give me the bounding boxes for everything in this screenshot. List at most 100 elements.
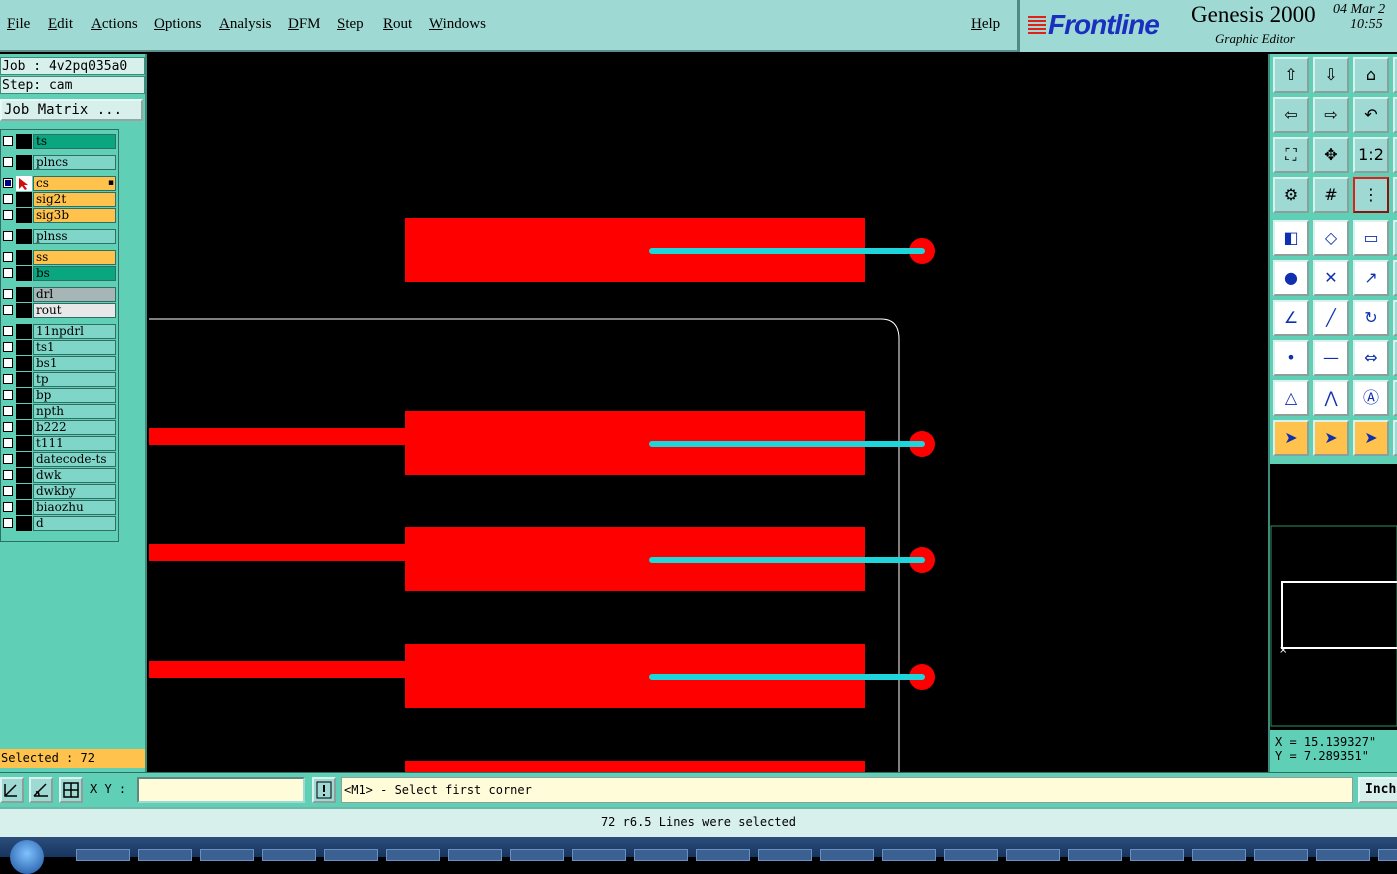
layer-checkbox[interactable] xyxy=(3,252,13,262)
layer-status-box[interactable] xyxy=(16,229,32,244)
line-tool-button[interactable]: ╱ xyxy=(1313,300,1349,336)
layer-status-box[interactable] xyxy=(16,192,32,207)
layer-name[interactable]: plncs xyxy=(33,155,116,170)
layer-row-rout[interactable]: rout xyxy=(1,303,118,318)
layer-row-dwkby[interactable]: dwkby xyxy=(1,484,118,499)
taskbar-button[interactable] xyxy=(448,849,502,861)
settings-tool-button[interactable]: ⚙ xyxy=(1273,177,1309,213)
layer-checkbox[interactable] xyxy=(3,231,13,241)
layer-row-b222[interactable]: b222 xyxy=(1,420,118,435)
taskbar-button[interactable] xyxy=(1192,849,1246,861)
taskbar-button[interactable] xyxy=(386,849,440,861)
menu-edit[interactable]: Edit xyxy=(48,16,73,33)
layer-name[interactable]: b222 xyxy=(33,420,116,435)
layer-name[interactable]: npth xyxy=(33,404,116,419)
layer-checkbox[interactable] xyxy=(3,268,13,278)
arc-tool-button[interactable]: Ⓐ xyxy=(1353,380,1389,416)
snap-mode-button[interactable] xyxy=(0,777,24,803)
extra-tool-button[interactable] xyxy=(1393,340,1397,376)
menu-file[interactable]: File xyxy=(7,16,30,33)
layer-name[interactable]: biaozhu xyxy=(33,500,116,515)
layer-status-box[interactable] xyxy=(16,468,32,483)
layer-status-box[interactable] xyxy=(16,208,32,223)
layer-row-ss[interactable]: ss xyxy=(1,250,118,265)
layer-checkbox[interactable] xyxy=(3,305,13,315)
graphic-canvas[interactable] xyxy=(149,54,1268,772)
alert-button[interactable] xyxy=(312,777,336,803)
bottom-panel-tool-button[interactable]: ⇩ xyxy=(1313,57,1349,93)
layer-status-box[interactable] xyxy=(16,404,32,419)
layer-row-sig2t[interactable]: sig2t xyxy=(1,192,118,207)
layer-checkbox[interactable] xyxy=(3,518,13,528)
layer-status-box[interactable] xyxy=(16,388,32,403)
home-tool-button[interactable]: ⌂ xyxy=(1353,57,1389,93)
layer-status-box[interactable] xyxy=(16,356,32,371)
layer-row-plncs[interactable]: plncs xyxy=(1,155,118,170)
overview-map[interactable]: × xyxy=(1268,464,1397,730)
resize-tool-button[interactable]: ⇔ xyxy=(1353,340,1389,376)
layer-name[interactable]: tp xyxy=(33,372,116,387)
layer-row-plnss[interactable]: plnss xyxy=(1,229,118,244)
taskbar-button[interactable] xyxy=(1006,849,1060,861)
taskbar-button[interactable] xyxy=(572,849,626,861)
extra-tool-button[interactable] xyxy=(1393,220,1397,256)
right-panel-tool-button[interactable]: ⇨ xyxy=(1313,97,1349,133)
layer-checkbox[interactable] xyxy=(3,326,13,336)
layer-status-box[interactable] xyxy=(16,372,32,387)
trace-1[interactable] xyxy=(149,428,409,445)
extra-tool-button[interactable] xyxy=(1393,57,1397,93)
taskbar-button[interactable] xyxy=(76,849,130,861)
menu-rout[interactable]: Rout xyxy=(383,16,412,33)
polygon-tool-button[interactable]: △ xyxy=(1273,380,1309,416)
layer-row-bs1[interactable]: bs1 xyxy=(1,356,118,371)
layer-status-box[interactable] xyxy=(16,436,32,451)
layer-checkbox[interactable] xyxy=(3,136,13,146)
layer-name[interactable]: bs xyxy=(33,266,116,281)
layer-checkbox[interactable] xyxy=(3,454,13,464)
taskbar-button[interactable] xyxy=(1316,849,1370,861)
start-button-icon[interactable] xyxy=(10,840,44,874)
layer-status-box[interactable] xyxy=(16,340,32,355)
layer-checkbox[interactable] xyxy=(3,194,13,204)
layer-name[interactable]: bp xyxy=(33,388,116,403)
layer-status-box[interactable] xyxy=(16,250,32,265)
layer-row-drl[interactable]: drl xyxy=(1,287,118,302)
taskbar-button[interactable] xyxy=(944,849,998,861)
layer-checkbox[interactable] xyxy=(3,178,13,188)
extra-tool-button[interactable] xyxy=(1393,97,1397,133)
triangle-tool-button[interactable]: ⋀ xyxy=(1313,380,1349,416)
extra-tool-button[interactable] xyxy=(1393,177,1397,213)
taskbar-button[interactable] xyxy=(200,849,254,861)
grid-tool-button[interactable]: # xyxy=(1313,177,1349,213)
menu-options[interactable]: Options xyxy=(154,16,202,33)
layer-name[interactable]: dwk xyxy=(33,468,116,483)
trace-3[interactable] xyxy=(149,661,409,678)
split-tool-button[interactable]: — xyxy=(1313,340,1349,376)
layer-row-cs[interactable]: cs ▪ xyxy=(1,176,118,191)
layer-name[interactable]: ts1 xyxy=(33,340,116,355)
layer-checkbox[interactable] xyxy=(3,390,13,400)
extra-tool-button[interactable] xyxy=(1393,260,1397,296)
extra-tool-button[interactable] xyxy=(1393,300,1397,336)
layer-name[interactable]: rout xyxy=(33,303,116,318)
taskbar-button[interactable] xyxy=(1130,849,1184,861)
layer-row-t111[interactable]: t111 xyxy=(1,436,118,451)
layer-row-npth[interactable]: npth xyxy=(1,404,118,419)
trace-2[interactable] xyxy=(149,544,409,561)
undo-view-tool-button[interactable]: ↶ xyxy=(1353,97,1389,133)
move-tool-button[interactable]: ↗ xyxy=(1353,260,1389,296)
layer-status-box[interactable] xyxy=(16,155,32,170)
zoom-1-1-tool-button[interactable]: 1:2 xyxy=(1353,137,1389,173)
layer-name[interactable]: dwkby xyxy=(33,484,116,499)
menu-actions[interactable]: Actions xyxy=(91,16,138,33)
layer-status-box[interactable] xyxy=(16,134,32,149)
taskbar-button[interactable] xyxy=(510,849,564,861)
angle-mode-button[interactable] xyxy=(29,777,53,803)
menu-step[interactable]: Step xyxy=(337,16,364,33)
taskbar-button[interactable] xyxy=(324,849,378,861)
taskbar-button[interactable] xyxy=(696,849,750,861)
layer-name[interactable]: t111 xyxy=(33,436,116,451)
layer-name[interactable]: sig3b xyxy=(33,208,116,223)
extra-tool-button[interactable] xyxy=(1393,380,1397,416)
layer-row-bs[interactable]: bs xyxy=(1,266,118,281)
